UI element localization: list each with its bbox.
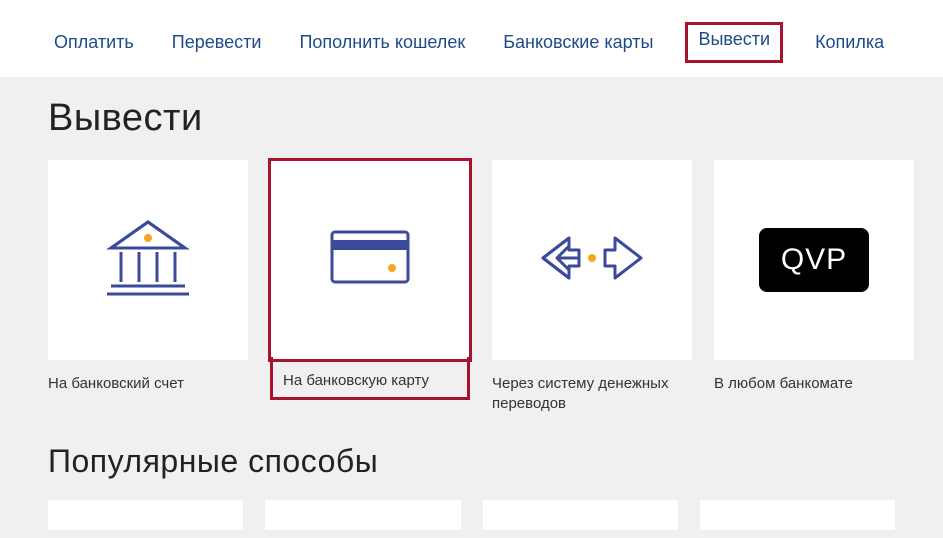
withdraw-options: На банковский счет На банковскую карту [48,160,895,413]
nav-pay[interactable]: Оплатить [48,28,140,57]
tile-bank-card[interactable]: На банковскую карту [270,160,470,413]
tile-label: На банковскую карту [270,357,470,400]
popular-options [48,500,895,530]
nav-piggybank[interactable]: Копилка [809,28,890,57]
popular-tile[interactable] [48,500,243,530]
qvp-badge-text: QVP [759,228,869,292]
tile-label: На банковский счет [48,360,248,394]
qvp-icon: QVP [759,228,869,292]
nav-transfer[interactable]: Перевести [166,28,268,57]
tile-bank-account[interactable]: На банковский счет [48,160,248,413]
popular-heading: Популярные способы [48,443,895,480]
transfer-arrows-icon [537,228,647,293]
nav-topup[interactable]: Пополнить кошелек [293,28,471,57]
tile-box: QVP [714,160,914,360]
nav-cards[interactable]: Банковские карты [497,28,659,57]
tile-box [48,160,248,360]
popular-tile[interactable] [483,500,678,530]
card-icon [330,230,410,290]
tile-label: В любом банкомате [714,360,914,394]
tile-box [270,160,470,360]
page-content: Вывести [0,77,943,530]
tile-label: Через систему денежных переводов [492,360,692,413]
tile-atm[interactable]: QVP В любом банкомате [714,160,914,413]
popular-tile[interactable] [265,500,460,530]
popular-tile[interactable] [700,500,895,530]
tile-box [492,160,692,360]
page-title: Вывести [48,97,895,140]
tile-money-transfer[interactable]: Через систему денежных переводов [492,160,692,413]
bank-icon [103,218,193,303]
nav-withdraw[interactable]: Вывести [685,22,783,63]
top-nav: Оплатить Перевести Пополнить кошелек Бан… [0,0,943,77]
